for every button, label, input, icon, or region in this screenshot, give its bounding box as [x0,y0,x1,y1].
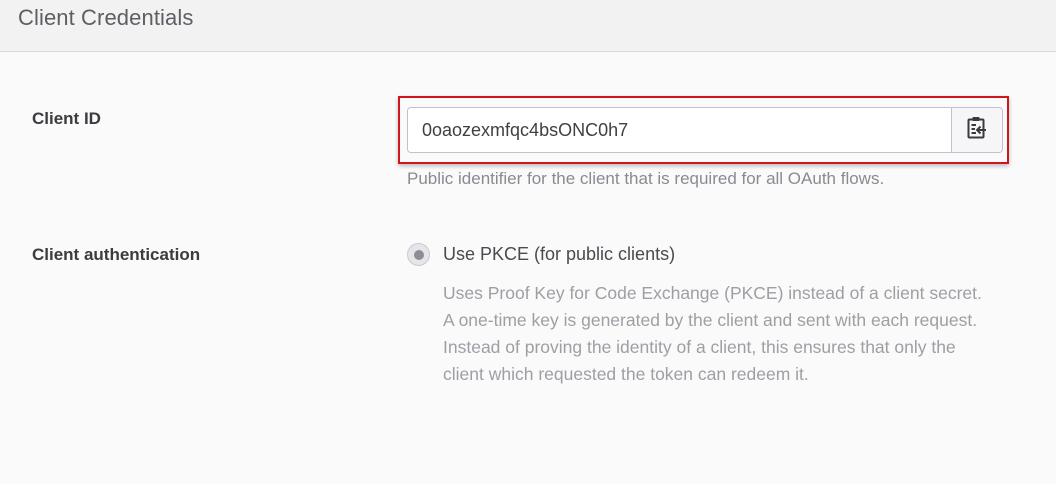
pkce-radio-label[interactable]: Use PKCE (for public clients) [443,244,675,265]
pkce-radio[interactable] [407,243,430,266]
client-id-label: Client ID [32,109,101,128]
panel-title: Client Credentials [18,5,194,30]
pkce-description: Uses Proof Key for Code Exchange (PKCE) … [443,283,982,384]
clipboard-copy-icon [966,116,988,145]
copy-client-id-button[interactable] [951,108,1002,152]
panel-header: Client Credentials [0,0,1056,52]
client-id-help-text: Public identifier for the client that is… [407,169,885,188]
radio-selected-dot [413,249,424,260]
client-authentication-label: Client authentication [32,245,201,264]
client-id-field[interactable] [408,108,951,152]
client-id-input-group [407,107,1003,153]
